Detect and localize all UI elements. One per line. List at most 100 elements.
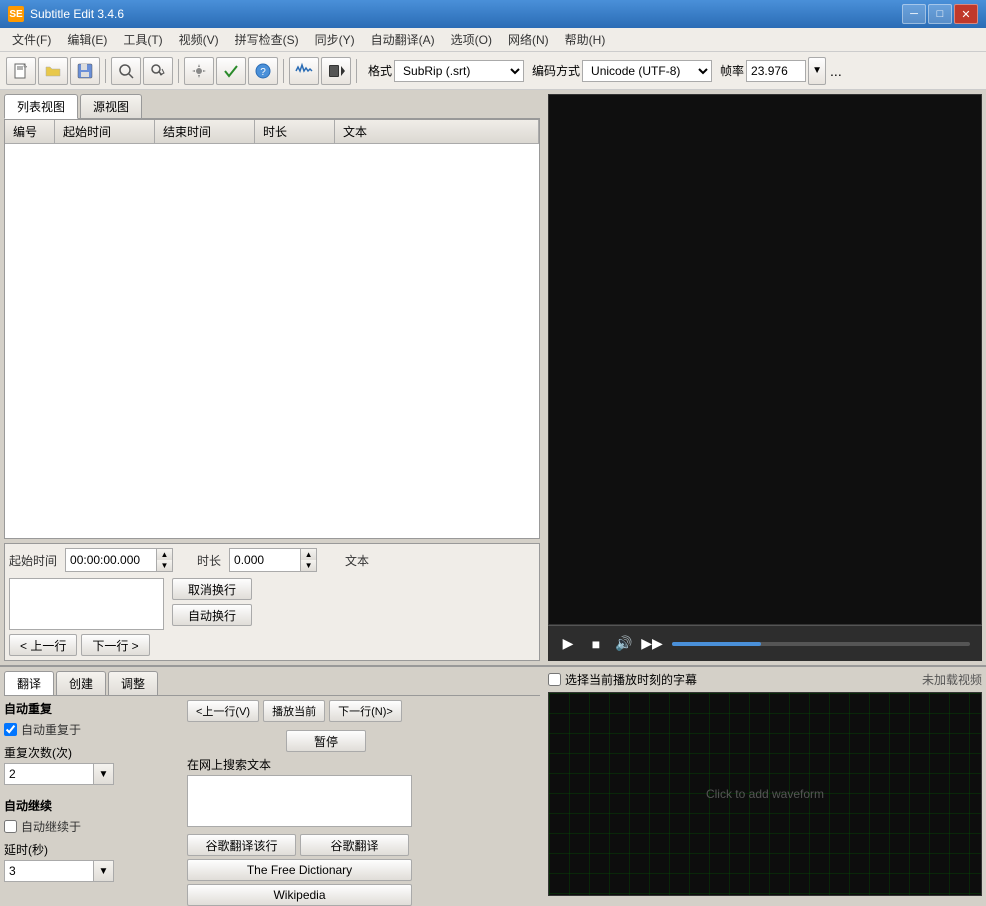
fullscreen-button[interactable]: ▶▶ <box>640 632 664 656</box>
stop-button[interactable]: ■ <box>584 632 608 656</box>
text-input-area: 取消换行 自动换行 <box>9 578 535 630</box>
menu-autotranslate[interactable]: 自动翻译(A) <box>363 29 443 50</box>
replace-button[interactable] <box>143 57 173 85</box>
play-current-button[interactable]: 播放当前 <box>263 700 325 722</box>
start-time-up[interactable]: ▲ <box>156 549 172 560</box>
video-area: ▶ ■ 🔊 ▶▶ <box>548 94 982 661</box>
new-button[interactable] <box>6 57 36 85</box>
auto-repeat-checkbox-label: 自动重复于 <box>21 721 81 738</box>
tab-adjust[interactable]: 调整 <box>108 671 158 695</box>
subtitle-table: 编号 起始时间 结束时间 时长 文本 <box>4 119 540 539</box>
bottom-section: 翻译 创建 调整 自动重复 自动重复于 重复次数(次) 2 ▼ 自动继续 <box>0 665 986 900</box>
select-current-checkbox[interactable] <box>548 673 561 686</box>
col-text: 文本 <box>335 120 539 143</box>
menu-video[interactable]: 视频(V) <box>171 29 227 50</box>
cancel-wrap-button[interactable]: 取消换行 <box>172 578 252 600</box>
menu-help[interactable]: 帮助(H) <box>557 29 614 50</box>
menu-spellcheck[interactable]: 拼写检查(S) <box>227 29 307 50</box>
separator-1 <box>105 59 106 83</box>
auto-wrap-button[interactable]: 自动换行 <box>172 604 252 626</box>
framerate-down[interactable]: ▼ <box>808 57 826 85</box>
video-progress-bar[interactable] <box>672 642 970 646</box>
menu-tools[interactable]: 工具(T) <box>115 29 170 50</box>
more-button[interactable]: ... <box>828 61 844 81</box>
duration-spinbox: ▲ ▼ <box>229 548 317 572</box>
save-button[interactable] <box>70 57 100 85</box>
svg-text:?: ? <box>260 67 266 78</box>
google-translate-button[interactable]: 谷歌翻译 <box>300 834 409 856</box>
delay-label: 延时(秒) <box>4 841 179 858</box>
maximize-button[interactable]: □ <box>928 4 952 24</box>
delay-dropdown[interactable]: 3 ▼ <box>4 860 114 882</box>
menu-bar: 文件(F) 编辑(E) 工具(T) 视频(V) 拼写检查(S) 同步(Y) 自动… <box>0 28 986 52</box>
settings-button[interactable] <box>184 57 214 85</box>
google-translate-row-button[interactable]: 谷歌翻译该行 <box>187 834 296 856</box>
menu-edit[interactable]: 编辑(E) <box>59 29 115 50</box>
start-time-label: 起始时间 <box>9 552 57 569</box>
video-button[interactable] <box>321 57 351 85</box>
search-textarea[interactable] <box>187 775 412 827</box>
repeat-count-value: 2 <box>5 767 93 781</box>
tab-list-view[interactable]: 列表视图 <box>4 94 78 119</box>
framerate-input[interactable] <box>746 60 806 82</box>
duration-input[interactable] <box>230 549 300 571</box>
next-line-n-button[interactable]: 下一行(N)> <box>329 700 402 722</box>
duration-down[interactable]: ▼ <box>300 560 316 571</box>
start-time-spinners: ▲ ▼ <box>156 549 172 571</box>
minimize-button[interactable]: ─ <box>902 4 926 24</box>
time-row: 起始时间 ▲ ▼ 时长 ▲ ▼ 文本 <box>9 548 535 572</box>
main-content: 列表视图 源视图 编号 起始时间 结束时间 时长 文本 起始时间 ▲ <box>0 90 986 665</box>
no-video-label: 未加载视频 <box>922 671 982 688</box>
auto-continue-checkbox[interactable] <box>4 820 17 833</box>
bottom-right-top: 选择当前播放时刻的字幕 未加载视频 <box>548 671 982 688</box>
start-time-down[interactable]: ▼ <box>156 560 172 571</box>
free-dictionary-button[interactable]: The Free Dictionary <box>187 859 412 881</box>
start-time-spinbox: ▲ ▼ <box>65 548 173 572</box>
check-button[interactable] <box>216 57 246 85</box>
bottom-col2: <上一行(V) 播放当前 下一行(N)> 暂停 在网上搜索文本 谷歌翻译该行 谷… <box>187 700 427 906</box>
prev-subtitle-button[interactable]: < 上一行 <box>9 634 77 656</box>
wikipedia-button[interactable]: Wikipedia <box>187 884 412 906</box>
view-tabs: 列表视图 源视图 <box>4 94 540 119</box>
close-button[interactable]: ✕ <box>954 4 978 24</box>
video-progress-fill <box>672 642 761 646</box>
help-button[interactable]: ? <box>248 57 278 85</box>
auto-continue-checkbox-row: 自动继续于 <box>4 818 179 835</box>
duration-label: 时长 <box>197 552 221 569</box>
subtitle-text-input[interactable] <box>9 578 164 630</box>
auto-repeat-header: 自动重复 <box>4 700 179 717</box>
delay-arrow[interactable]: ▼ <box>93 861 113 881</box>
auto-repeat-checkbox[interactable] <box>4 723 17 736</box>
bottom-content: 自动重复 自动重复于 重复次数(次) 2 ▼ 自动继续 自动继续于 延时(秒) … <box>4 700 540 906</box>
pause-button[interactable]: 暂停 <box>286 730 366 752</box>
repeat-count-arrow[interactable]: ▼ <box>93 764 113 784</box>
video-display <box>548 94 982 625</box>
tab-source-view[interactable]: 源视图 <box>80 94 142 118</box>
bottom-left-panel: 翻译 创建 调整 自动重复 自动重复于 重复次数(次) 2 ▼ 自动继续 <box>0 667 544 900</box>
separator-4 <box>356 59 357 83</box>
play-button[interactable]: ▶ <box>556 632 580 656</box>
menu-network[interactable]: 网络(N) <box>500 29 557 50</box>
encoding-select[interactable]: Unicode (UTF-8) <box>582 60 712 82</box>
col-end: 结束时间 <box>155 120 255 143</box>
framerate-label: 帧率 <box>720 62 744 79</box>
tab-create[interactable]: 创建 <box>56 671 106 695</box>
format-select[interactable]: SubRip (.srt) <box>394 60 524 82</box>
open-button[interactable] <box>38 57 68 85</box>
volume-button[interactable]: 🔊 <box>612 632 636 656</box>
toolbar: ? 格式 SubRip (.srt) 编码方式 Unicode (UTF-8) … <box>0 52 986 90</box>
menu-options[interactable]: 选项(O) <box>443 29 500 50</box>
duration-up[interactable]: ▲ <box>300 549 316 560</box>
find-button[interactable] <box>111 57 141 85</box>
waveform-area[interactable]: Click to add waveform <box>548 692 982 896</box>
menu-sync[interactable]: 同步(Y) <box>307 29 363 50</box>
next-subtitle-button[interactable]: 下一行 > <box>81 634 149 656</box>
waveform-placeholder: Click to add waveform <box>706 787 824 801</box>
menu-file[interactable]: 文件(F) <box>4 29 59 50</box>
nav-buttons: < 上一行 下一行 > <box>9 634 535 656</box>
prev-line-v-button[interactable]: <上一行(V) <box>187 700 259 722</box>
waveform-button[interactable] <box>289 57 319 85</box>
start-time-input[interactable] <box>66 549 156 571</box>
repeat-count-dropdown[interactable]: 2 ▼ <box>4 763 114 785</box>
tab-translate[interactable]: 翻译 <box>4 671 54 695</box>
